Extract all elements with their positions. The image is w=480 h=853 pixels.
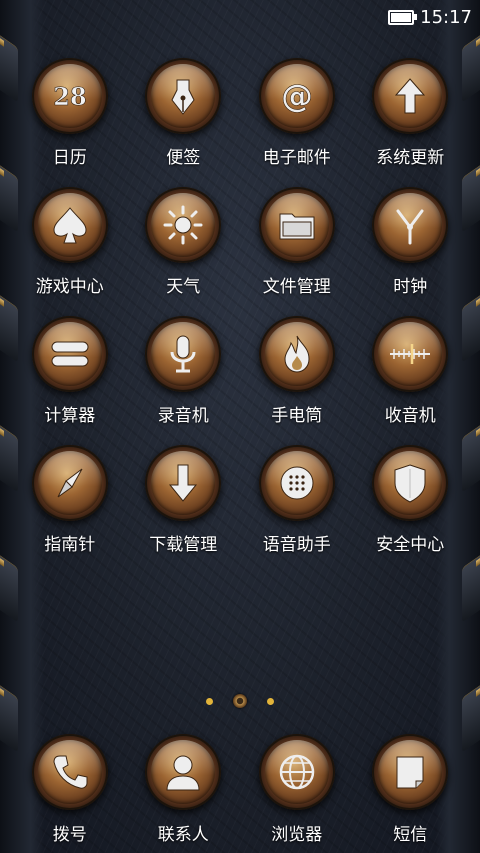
app-label: 电子邮件 (262, 148, 331, 168)
app-label: 天气 (166, 277, 201, 297)
app-label: 文件管理 (262, 277, 331, 297)
app-flashlight[interactable]: 手电筒 (240, 316, 354, 445)
app-label: 收音机 (384, 406, 436, 426)
calculator-icon (48, 332, 92, 376)
app-icon-frame (145, 316, 222, 392)
app-weather[interactable]: 天气 (127, 187, 241, 316)
app-recorder[interactable]: 录音机 (127, 316, 241, 445)
app-file-manager[interactable]: 文件管理 (240, 187, 354, 316)
svg-text:@: @ (281, 77, 313, 115)
spade-icon (48, 203, 92, 247)
app-notes[interactable]: 便签 (127, 58, 241, 187)
at-sign-icon: @ (275, 74, 319, 118)
app-label: 短信 (393, 825, 428, 845)
app-icon-frame (145, 445, 222, 521)
app-label: 时钟 (393, 277, 428, 297)
battery-icon (388, 9, 418, 25)
dock-contacts[interactable]: 联系人 (127, 734, 241, 845)
app-label: 指南针 (44, 535, 96, 555)
message-icon (388, 750, 432, 794)
folder-icon (275, 203, 319, 247)
app-icon-frame (31, 187, 108, 263)
shield-icon (388, 461, 432, 505)
page-dot-active[interactable] (233, 694, 247, 708)
app-icon-frame (31, 316, 108, 392)
app-label: 手电筒 (271, 406, 323, 426)
arrow-up-icon (388, 74, 432, 118)
app-download-manager[interactable]: 下载管理 (127, 445, 241, 574)
app-calculator[interactable]: 计算器 (13, 316, 127, 445)
app-icon-frame (372, 58, 449, 134)
flame-icon (275, 332, 319, 376)
app-clock[interactable]: 时钟 (354, 187, 468, 316)
app-icon-frame (31, 445, 108, 521)
app-icon-frame (145, 187, 222, 263)
app-icon-frame: 28 (31, 58, 108, 134)
app-icon-frame (31, 734, 108, 810)
clock-icon (388, 203, 432, 247)
app-voice-assistant[interactable]: 语音助手 (240, 445, 354, 574)
page-dot[interactable] (206, 697, 213, 705)
app-label: 系统更新 (376, 148, 445, 168)
app-compass[interactable]: 指南针 (13, 445, 127, 574)
app-icon-frame: @ (258, 58, 335, 134)
app-label: 拨号 (52, 825, 87, 845)
globe-icon (275, 750, 319, 794)
app-icon-frame (258, 445, 335, 521)
app-security-center[interactable]: 安全中心 (354, 445, 468, 574)
app-icon-frame (258, 187, 335, 263)
app-grid: 28 日历 便签 @ 电子邮件 系统更新 游戏中心 天气 文件管理 时钟 计算器… (13, 58, 467, 574)
person-silhouette-icon (161, 750, 205, 794)
dock: 拨号 联系人 浏览器 短信 (13, 734, 467, 845)
page-indicator[interactable] (0, 694, 480, 708)
speaker-grille-icon (275, 461, 319, 505)
app-icon-frame (145, 58, 222, 134)
status-time: 15:17 (420, 6, 472, 28)
compass-icon (48, 461, 92, 505)
page-dot[interactable] (267, 697, 274, 705)
app-icon-frame (372, 445, 449, 521)
phone-handset-icon (48, 750, 92, 794)
app-icon-frame (372, 187, 449, 263)
calendar-icon: 28 (48, 74, 92, 118)
app-radio[interactable]: 收音机 (354, 316, 468, 445)
app-game-center[interactable]: 游戏中心 (13, 187, 127, 316)
app-icon-frame (372, 316, 449, 392)
dock-messages[interactable]: 短信 (354, 734, 468, 845)
app-label: 游戏中心 (35, 277, 104, 297)
pen-nib-icon (161, 74, 205, 118)
status-bar: 15:17 (0, 0, 480, 34)
app-label: 计算器 (44, 406, 96, 426)
sun-icon (161, 203, 205, 247)
app-label: 便签 (166, 148, 201, 168)
app-label: 录音机 (157, 406, 209, 426)
app-system-update[interactable]: 系统更新 (354, 58, 468, 187)
app-calendar[interactable]: 28 日历 (13, 58, 127, 187)
dock-dialer[interactable]: 拨号 (13, 734, 127, 845)
app-icon-frame (258, 316, 335, 392)
app-icon-frame (258, 734, 335, 810)
app-email[interactable]: @ 电子邮件 (240, 58, 354, 187)
dock-browser[interactable]: 浏览器 (240, 734, 354, 845)
svg-text:28: 28 (53, 82, 86, 111)
microphone-icon (161, 332, 205, 376)
app-icon-frame (145, 734, 222, 810)
app-label: 语音助手 (262, 535, 331, 555)
app-label: 日历 (52, 148, 87, 168)
app-label: 浏览器 (271, 825, 323, 845)
app-label: 下载管理 (149, 535, 218, 555)
download-arrow-icon (161, 461, 205, 505)
radio-dial-icon (388, 332, 432, 376)
app-icon-frame (372, 734, 449, 810)
app-label: 安全中心 (376, 535, 445, 555)
app-label: 联系人 (157, 825, 209, 845)
